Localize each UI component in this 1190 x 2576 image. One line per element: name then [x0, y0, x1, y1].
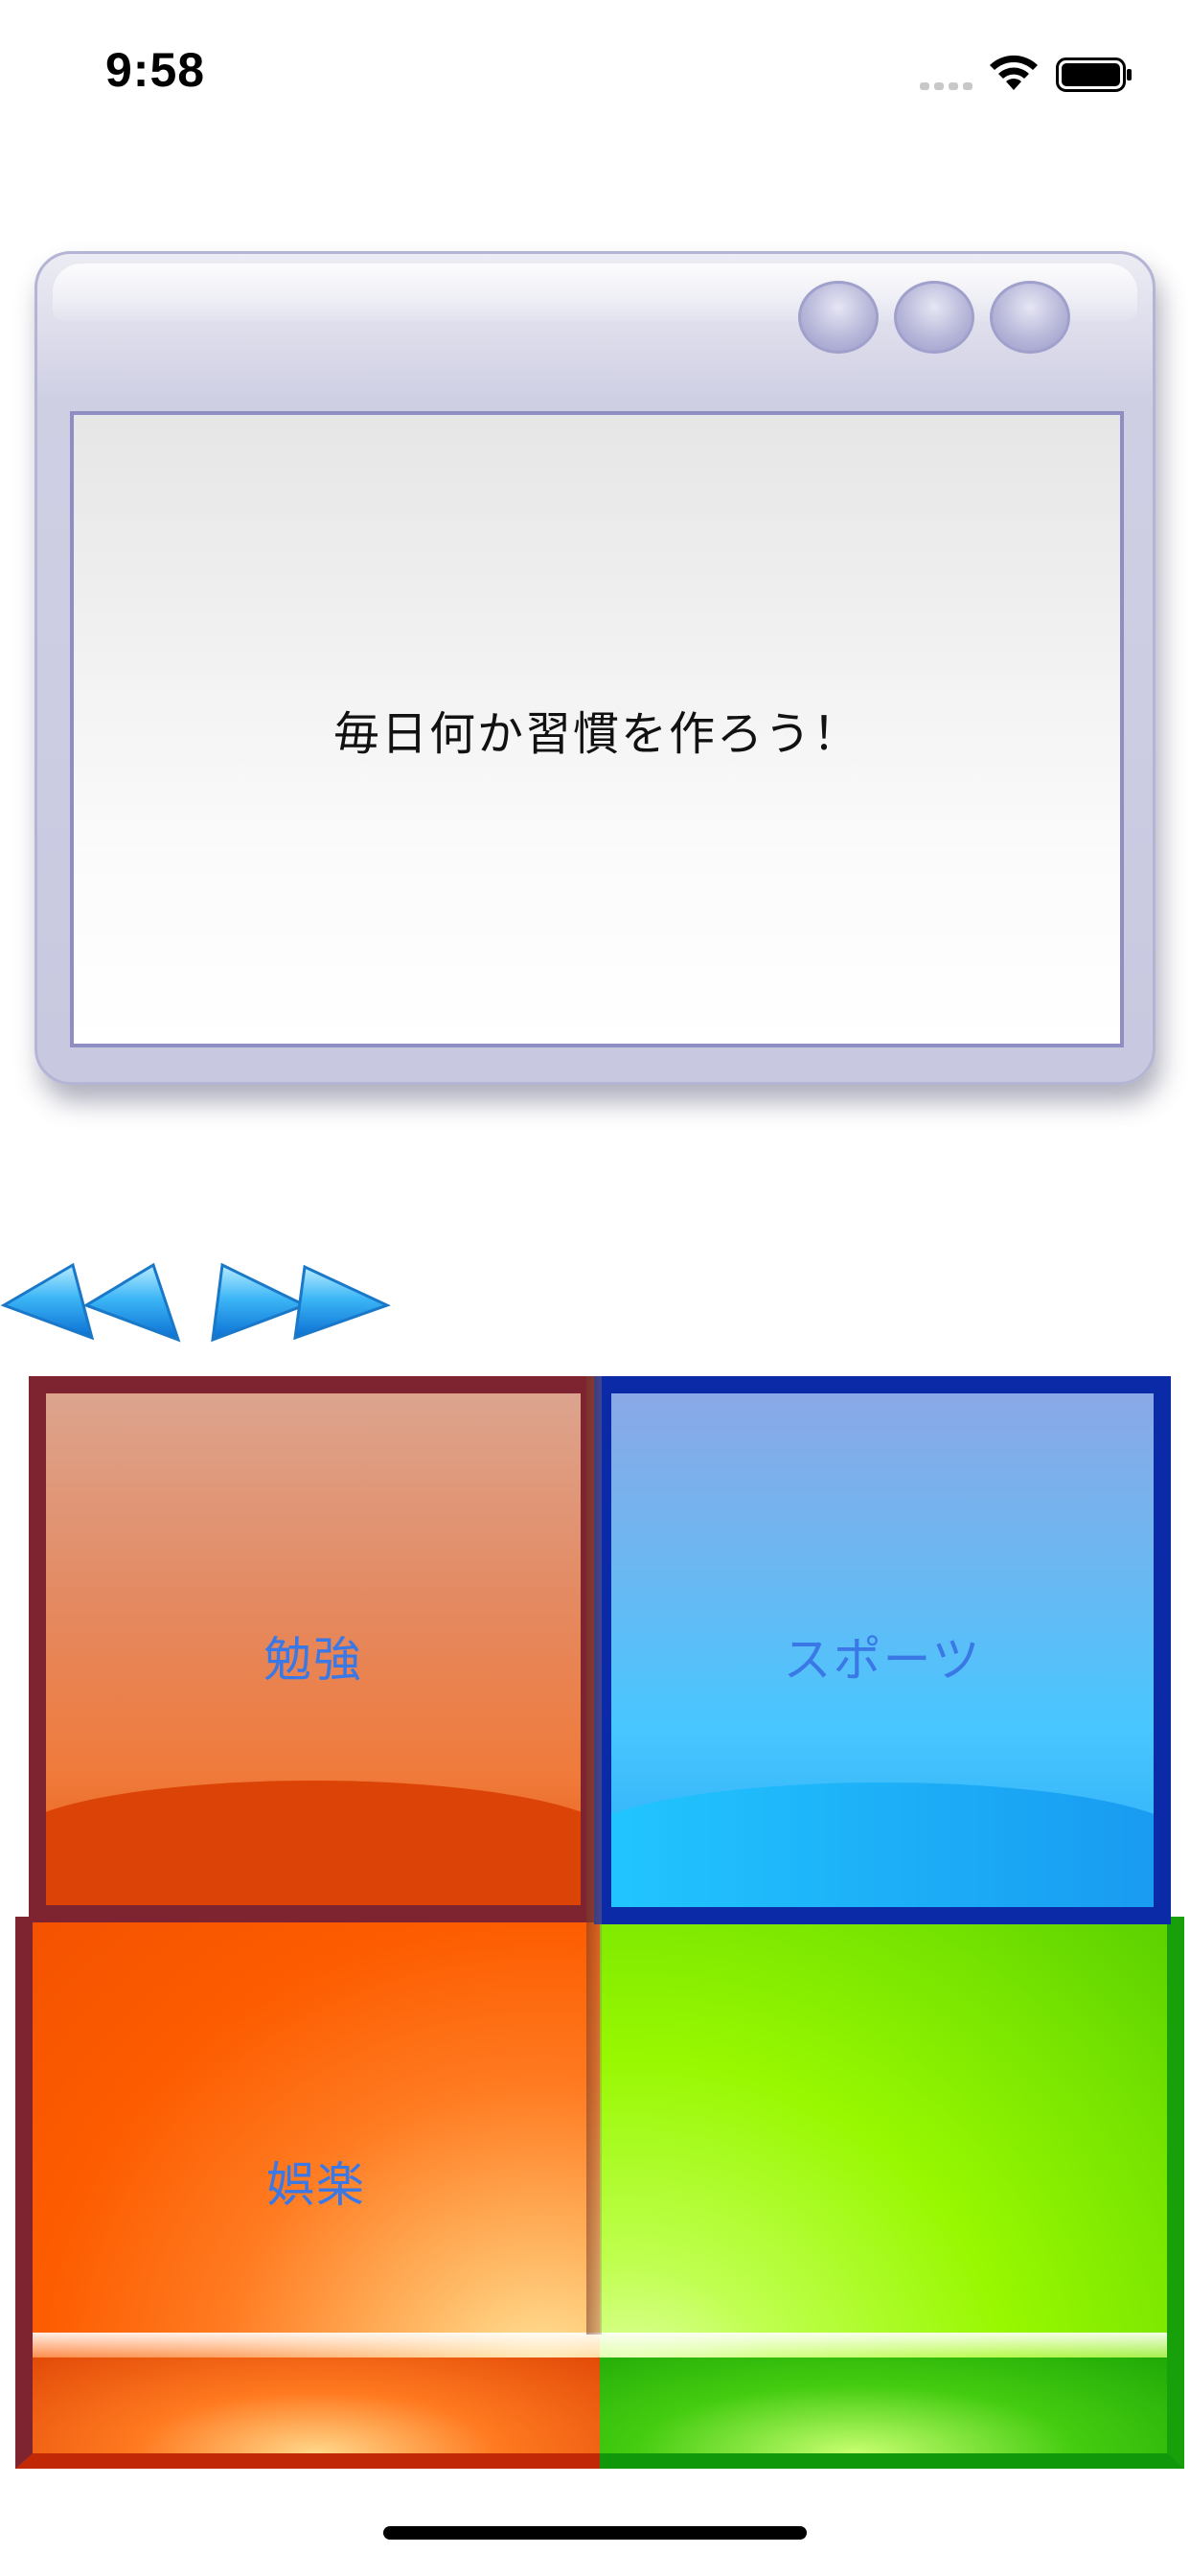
double-left-arrow-icon [0, 1262, 181, 1343]
message-window: 毎日何か習慣を作ろう！ [34, 251, 1156, 1085]
window-button-icon [798, 281, 879, 354]
category-tile-sports[interactable]: スポーツ [594, 1376, 1171, 1924]
app-screen: 9:58 毎日何か習慣を作ろう！ 娯楽 勉強 スポーツ [0, 0, 1190, 2576]
wifi-icon [990, 55, 1038, 90]
nav-arrows [0, 1262, 391, 1343]
category-tile-green[interactable] [600, 1917, 1184, 2469]
battery-icon [1056, 58, 1132, 92]
cellular-signal-icon [920, 82, 973, 90]
home-indicator[interactable] [383, 2526, 807, 2540]
category-grid: 娯楽 勉強 スポーツ [0, 1376, 1190, 2469]
previous-button[interactable] [0, 1262, 181, 1343]
double-right-arrow-icon [211, 1262, 391, 1343]
habit-message: 毎日何か習慣を作ろう！ [332, 707, 860, 761]
window-title-bar [53, 264, 1137, 321]
next-button[interactable] [211, 1262, 391, 1343]
category-tile-entertainment[interactable]: 娯楽 [15, 1917, 600, 2469]
window-button-icon [894, 281, 974, 354]
category-tile-study[interactable]: 勉強 [29, 1376, 594, 1922]
category-label: 娯楽 [266, 2157, 366, 2213]
category-label: 勉強 [263, 1632, 363, 1688]
tile-divider [586, 1376, 602, 2334]
window-button-icon [990, 281, 1070, 354]
category-label: スポーツ [783, 1632, 982, 1688]
status-time: 9:58 [105, 43, 206, 97]
window-content: 毎日何か習慣を作ろう！ [70, 411, 1124, 1047]
